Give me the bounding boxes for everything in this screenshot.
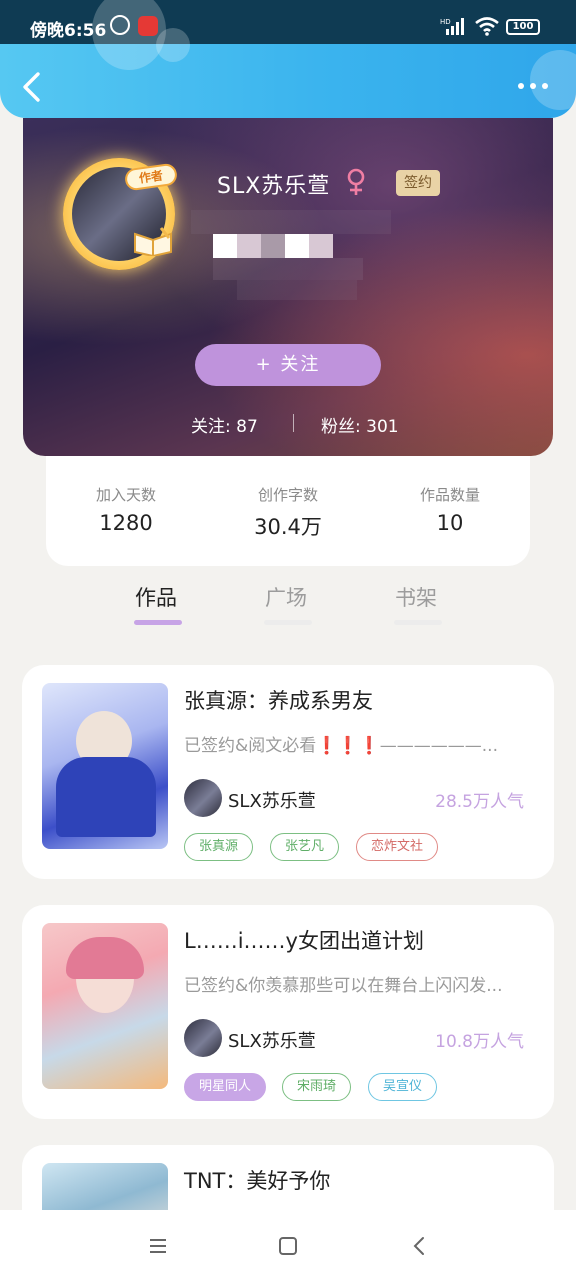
- tab-underline: [264, 620, 312, 625]
- author-name[interactable]: SLX苏乐萱: [228, 1027, 316, 1053]
- username: SLX苏乐萱: [217, 174, 331, 199]
- work-desc: 已签约&阅文必看❗❗❗——————...: [184, 736, 498, 756]
- open-book-icon: [134, 227, 172, 256]
- notification-app-icon: [138, 16, 158, 36]
- tag[interactable]: 张真源: [184, 833, 254, 861]
- stat-value: 10: [436, 511, 464, 535]
- stat-join-days: 加入天数 1280: [56, 484, 196, 535]
- work-cover[interactable]: [42, 683, 168, 849]
- profile-hero: 作者 SLX苏乐萱 签约 + 关注 关注: 87 粉丝: 301: [23, 118, 553, 456]
- stat-label: 作品数量: [419, 486, 480, 504]
- stat-value: 1280: [99, 511, 153, 535]
- tag[interactable]: 恋炸文社: [356, 833, 439, 861]
- tab-bookshelf[interactable]: 书架: [395, 582, 437, 612]
- stat-label: 创作字数: [257, 486, 318, 504]
- tab-underline-active: [134, 620, 182, 625]
- stat-divider: [293, 414, 294, 432]
- follow-button[interactable]: + 关注: [195, 344, 381, 386]
- wifi-icon: [475, 17, 499, 36]
- more-dots-icon[interactable]: [516, 78, 550, 94]
- status-time: 傍晚6:56: [30, 21, 107, 41]
- stat-word-count: 创作字数 30.4万: [218, 484, 358, 541]
- followers-count[interactable]: 粉丝: 301: [321, 412, 399, 437]
- app-header: 傍晚6:56 HD 100: [0, 0, 576, 118]
- author-name[interactable]: SLX苏乐萱: [228, 787, 316, 813]
- system-nav-bar: [0, 1210, 576, 1280]
- decor-bubble: [156, 28, 190, 62]
- tag[interactable]: 吴宣仪: [368, 1073, 438, 1101]
- work-title[interactable]: L……i……y女团出道计划: [184, 925, 424, 955]
- stat-work-count: 作品数量 10: [380, 484, 520, 535]
- work-title[interactable]: 张真源：养成系男友: [184, 685, 373, 715]
- popularity: 28.5万人气: [435, 792, 524, 812]
- signal-icon: HD: [440, 18, 464, 35]
- work-cover[interactable]: [42, 923, 168, 1089]
- popularity: 10.8万人气: [435, 1032, 524, 1052]
- stats-card: 加入天数 1280 创作字数 30.4万 作品数量 10: [46, 456, 530, 566]
- stat-label: 加入天数: [95, 486, 156, 504]
- tag[interactable]: 宋雨琦: [282, 1073, 352, 1101]
- home-square-icon[interactable]: [276, 1234, 300, 1258]
- author-avatar[interactable]: [184, 1019, 222, 1057]
- alarm-icon: [110, 15, 130, 35]
- author-avatar[interactable]: [184, 779, 222, 817]
- svg-text:HD: HD: [440, 18, 451, 26]
- tab-underline: [394, 620, 442, 625]
- menu-icon[interactable]: [146, 1234, 170, 1258]
- signed-badge: 签约: [396, 170, 440, 196]
- cover-figure: [56, 757, 156, 837]
- back-arrow-icon[interactable]: [18, 70, 46, 104]
- work-card[interactable]: L……i……y女团出道计划 已签约&你羡慕那些可以在舞台上闪闪发... SLX苏…: [22, 905, 554, 1119]
- cover-figure: [66, 937, 144, 979]
- work-title[interactable]: TNT：美好予你: [184, 1165, 330, 1195]
- pixelated-bio: [191, 206, 391, 302]
- work-card[interactable]: 张真源：养成系男友 已签约&阅文必看❗❗❗——————... SLX苏乐萱 28…: [22, 665, 554, 879]
- work-desc: 已签约&你羡慕那些可以在舞台上闪闪发...: [184, 976, 503, 996]
- following-count[interactable]: 关注: 87: [191, 412, 258, 437]
- stat-value: 30.4万: [254, 515, 322, 539]
- tag[interactable]: 明星同人: [184, 1073, 267, 1101]
- tab-square[interactable]: 广场: [265, 582, 307, 612]
- female-gender-icon: [347, 168, 365, 195]
- tab-works[interactable]: 作品: [135, 582, 177, 612]
- battery-icon: 100: [506, 19, 540, 35]
- nav-back-icon[interactable]: [408, 1234, 432, 1258]
- tag[interactable]: 张艺凡: [270, 833, 340, 861]
